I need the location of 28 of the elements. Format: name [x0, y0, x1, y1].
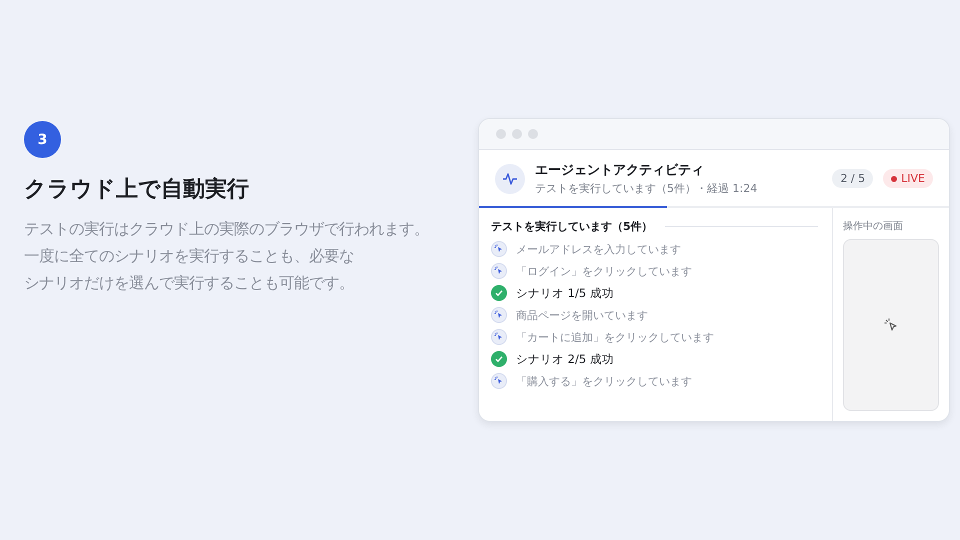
window-control-dot[interactable]	[496, 129, 506, 139]
check-icon	[491, 351, 508, 367]
pulse-icon	[495, 164, 526, 194]
activity-item: メールアドレスを入力しています	[516, 242, 682, 256]
step-title: クラウド上で自動実行	[24, 176, 250, 204]
click-cursor-icon	[491, 241, 508, 257]
window-control-dot[interactable]	[528, 129, 538, 139]
screen-label: 操作中の画面	[843, 220, 904, 233]
click-cursor-icon	[491, 329, 508, 345]
activity-item: 「ログイン」をクリックしています	[516, 264, 692, 278]
click-cursor-icon	[491, 373, 508, 389]
cursor-icon	[884, 318, 898, 332]
activity-heading: テストを実行しています（5件）	[491, 219, 653, 234]
click-cursor-icon	[491, 307, 508, 323]
step-description: テストの実行はクラウド上の実際のブラウザで行われます。 一度に全てのシナリオを実行することも、必要な シナリオだけを選んで実行することも可能です。	[24, 219, 430, 294]
step-number-badge: 3	[24, 121, 61, 158]
panel-subtitle: テストを実行しています（5件）・経過 1:24	[535, 181, 758, 196]
live-badge: LIVE	[883, 169, 933, 188]
click-cursor-icon	[491, 263, 508, 279]
window-control-dot[interactable]	[512, 129, 522, 139]
activity-item: 商品ページを開いています	[516, 308, 648, 322]
activity-item: 「カートに追加」をクリックしています	[516, 330, 714, 344]
activity-item: シナリオ 2/5 成功	[516, 352, 614, 366]
panel-title: エージェントアクティビティ	[535, 162, 706, 179]
activity-item: シナリオ 1/5 成功	[516, 286, 614, 300]
progress-counter: 2 / 5	[832, 169, 874, 188]
activity-item: 「購入する」をクリックしています	[516, 374, 692, 388]
check-icon	[491, 285, 508, 301]
